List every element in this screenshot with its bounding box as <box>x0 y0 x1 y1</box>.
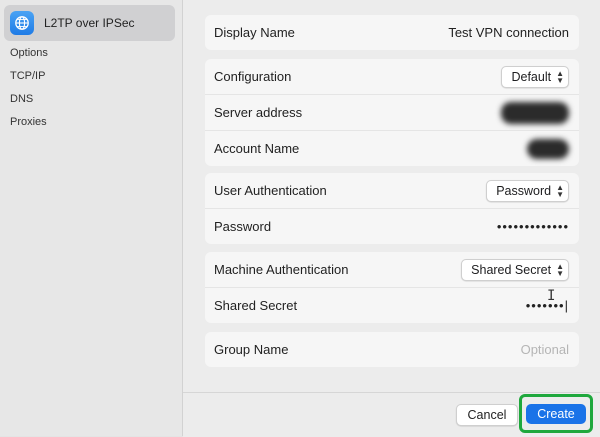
machine-auth-card: Machine Authentication Shared Secret ▲ ▼ … <box>205 252 579 323</box>
group-name-field[interactable]: Optional <box>521 342 569 357</box>
user-auth-card: User Authentication Password ▲ ▼ Password… <box>205 173 579 244</box>
user-auth-popup[interactable]: Password ▲ ▼ <box>486 179 569 202</box>
account-name-row: Account Name <box>205 130 579 166</box>
configuration-popup[interactable]: Default ▲ ▼ <box>501 65 569 88</box>
sidebar-item-options[interactable]: Options <box>10 47 48 59</box>
create-button[interactable]: Create <box>526 404 586 424</box>
password-row: Password ••••••••••••• <box>205 208 579 244</box>
display-name-card: Display Name Test VPN connection <box>205 15 579 50</box>
configuration-row: Configuration Default ▲ ▼ <box>205 59 579 94</box>
machine-auth-value: Shared Secret <box>471 262 552 277</box>
server-address-field[interactable] <box>501 101 569 124</box>
footer: Cancel Create <box>183 392 600 437</box>
display-name-label: Display Name <box>214 25 295 40</box>
main-panel: Display Name Test VPN connection Configu… <box>183 0 600 437</box>
machine-auth-row: Machine Authentication Shared Secret ▲ ▼ <box>205 252 579 287</box>
shared-secret-label: Shared Secret <box>214 298 298 313</box>
cancel-button[interactable]: Cancel <box>456 404 518 426</box>
password-label: Password <box>214 219 272 234</box>
group-name-row: Group Name Optional <box>205 332 579 367</box>
sidebar-item-label: L2TP over IPSec <box>44 16 135 30</box>
account-name-field[interactable] <box>527 138 569 159</box>
sidebar-item-l2tp[interactable]: L2TP over IPSec <box>4 5 175 41</box>
group-name-label: Group Name <box>214 342 289 357</box>
group-name-card: Group Name Optional <box>205 332 579 367</box>
password-field[interactable]: ••••••••••••• <box>497 219 569 234</box>
user-auth-value: Password <box>496 183 552 198</box>
chevron-up-down-icon: ▲ ▼ <box>556 182 564 199</box>
configuration-label: Configuration <box>214 69 292 84</box>
sidebar-item-dns[interactable]: DNS <box>10 93 33 105</box>
account-name-label: Account Name <box>214 141 300 156</box>
server-address-label: Server address <box>214 105 303 120</box>
display-name-row: Display Name Test VPN connection <box>205 15 579 50</box>
server-address-row: Server address <box>205 94 579 130</box>
configuration-value: Default <box>511 69 552 84</box>
chevron-up-down-icon: ▲ ▼ <box>556 68 564 85</box>
sidebar: L2TP over IPSec Options TCP/IP DNS Proxi… <box>0 0 183 436</box>
machine-auth-label: Machine Authentication <box>214 262 349 277</box>
display-name-field[interactable]: Test VPN connection <box>448 25 569 40</box>
machine-auth-popup[interactable]: Shared Secret ▲ ▼ <box>461 258 569 281</box>
globe-network-icon <box>10 11 34 35</box>
sidebar-item-tcpip[interactable]: TCP/IP <box>10 70 45 82</box>
server-card: Configuration Default ▲ ▼ Server address … <box>205 59 579 166</box>
text-cursor-icon: I <box>547 288 556 304</box>
shared-secret-row: Shared Secret •••••••| <box>205 287 579 323</box>
user-auth-label: User Authentication <box>214 183 327 198</box>
sidebar-item-proxies[interactable]: Proxies <box>10 116 47 128</box>
chevron-up-down-icon: ▲ ▼ <box>556 261 564 278</box>
user-auth-row: User Authentication Password ▲ ▼ <box>205 173 579 208</box>
